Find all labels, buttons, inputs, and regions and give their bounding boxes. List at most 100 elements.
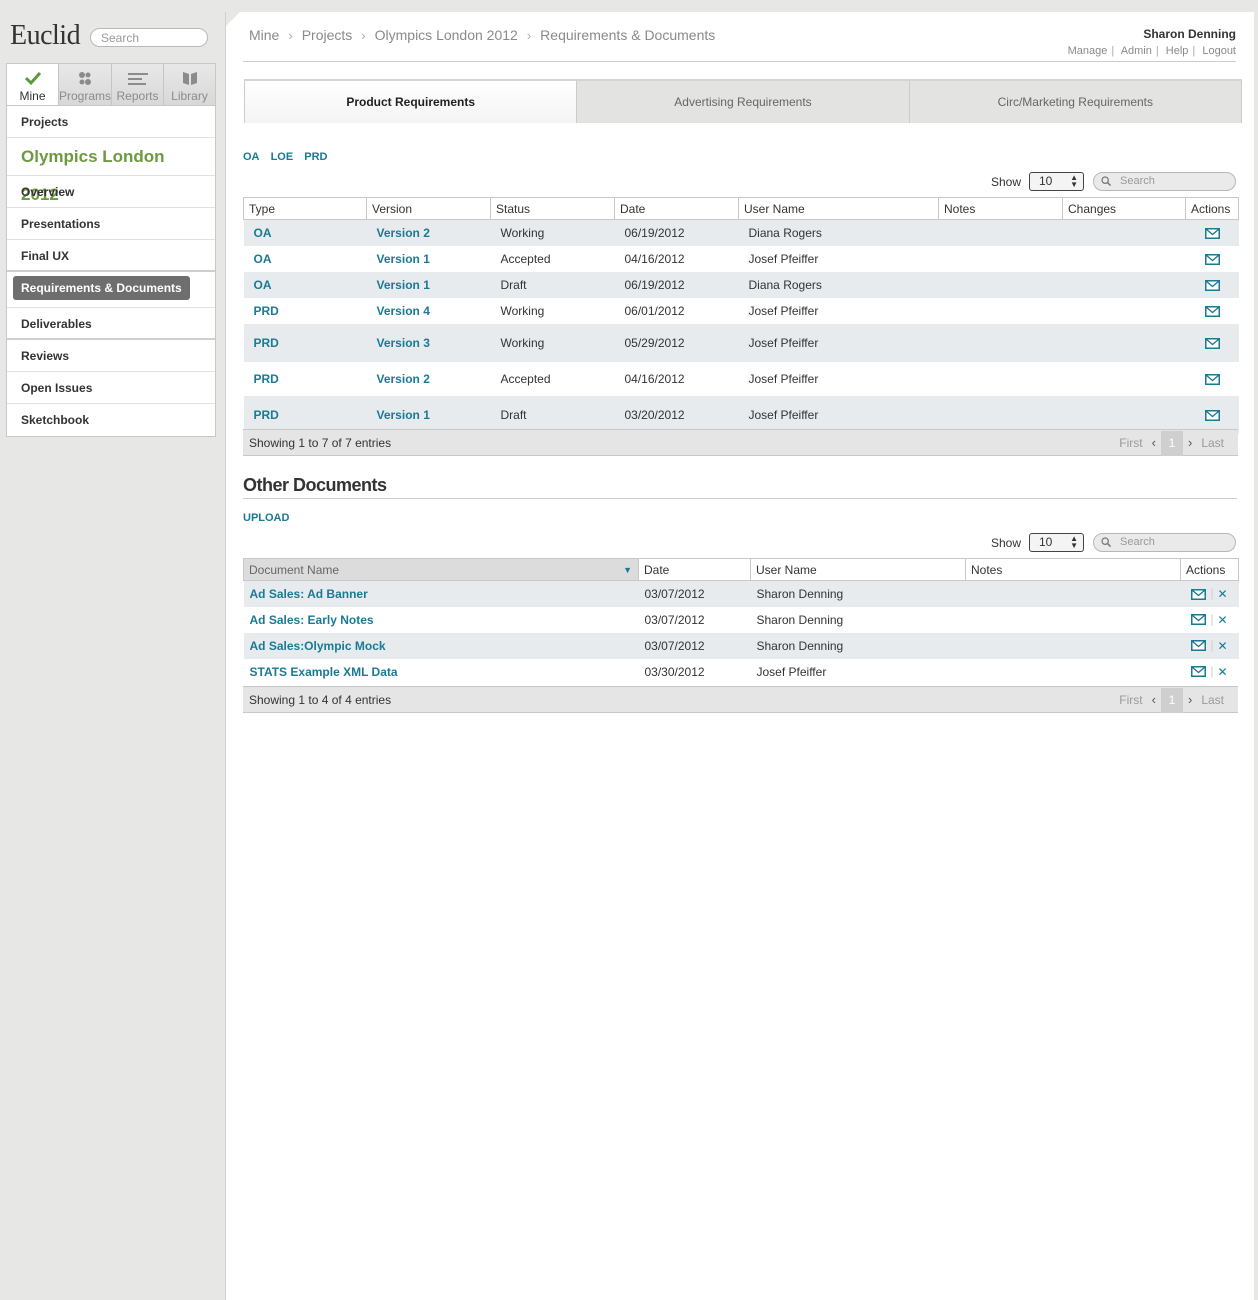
cell-version[interactable]: Version 2 xyxy=(366,361,491,396)
cell-document-name[interactable]: STATS Example XML Data xyxy=(243,658,639,685)
cell-version[interactable]: Version 1 xyxy=(366,395,491,434)
delete-icon[interactable]: ✕ xyxy=(1218,665,1228,679)
envelope-icon[interactable] xyxy=(1204,337,1220,349)
tab-circ-marketing-requirements[interactable]: Circ/Marketing Requirements xyxy=(910,81,1241,123)
sidebar-item-open-issues[interactable]: Open Issues xyxy=(7,372,215,404)
admin-link[interactable]: Admin xyxy=(1121,45,1152,57)
col-user-name[interactable]: User Name xyxy=(750,558,966,581)
col-version[interactable]: Version xyxy=(366,197,491,220)
cell-version[interactable]: Version 2 xyxy=(366,219,491,246)
sidebar-current-project[interactable]: Olympics London 2012 xyxy=(7,138,215,204)
envelope-icon[interactable] xyxy=(1191,588,1207,600)
table-row[interactable]: OA Version 1 Draft 06/19/2012 Diana Rogers xyxy=(243,271,1239,298)
table-row[interactable]: PRD Version 2 Accepted 04/16/2012 Josef Pfei… xyxy=(243,361,1239,396)
requirements-table-controls: Show 10 ▲ ▼ Search xyxy=(991,172,1236,191)
requirements-search-input[interactable]: Search xyxy=(1093,172,1236,191)
pager-current-page[interactable]: 1 xyxy=(1160,430,1183,456)
upload-link[interactable]: UPLOAD xyxy=(243,512,289,524)
envelope-icon[interactable] xyxy=(1191,614,1207,626)
envelope-icon[interactable] xyxy=(1204,305,1220,317)
col-document-name[interactable]: Document Name ▼ xyxy=(243,558,639,581)
pager-last[interactable]: Last xyxy=(1201,430,1224,456)
show-entries-select[interactable]: 10 ▲ ▼ xyxy=(1029,533,1084,552)
sidebar-item-projects[interactable]: Projects xyxy=(7,106,215,138)
filter-prd[interactable]: PRD xyxy=(304,151,327,163)
filter-loe[interactable]: LOE xyxy=(271,151,294,163)
sidebar-item-presentations[interactable]: Presentations xyxy=(7,208,215,240)
cell-version[interactable]: Version 3 xyxy=(366,323,491,362)
breadcrumb-mine[interactable]: Mine xyxy=(249,27,279,43)
nav-tab-library[interactable]: Library xyxy=(164,64,216,105)
tab-advertising-requirements[interactable]: Advertising Requirements xyxy=(577,81,910,123)
cell-type[interactable]: PRD xyxy=(243,395,367,434)
cell-type[interactable]: OA xyxy=(243,271,367,298)
col-user-name[interactable]: User Name xyxy=(738,197,939,220)
table-row[interactable]: Ad Sales: Ad Banner 03/07/2012 Sharon Denn… xyxy=(243,580,1239,607)
breadcrumb-project[interactable]: Olympics London 2012 xyxy=(375,27,518,43)
table-row[interactable]: STATS Example XML Data 03/30/2012 Josef Pf… xyxy=(243,658,1239,685)
pager-first[interactable]: First xyxy=(1119,430,1142,456)
nav-tab-programs[interactable]: Programs xyxy=(59,64,113,105)
chevron-left-icon[interactable]: ‹ xyxy=(1152,687,1156,713)
tab-product-requirements[interactable]: Product Requirements xyxy=(245,81,578,123)
chevron-right-icon[interactable]: › xyxy=(1188,430,1192,456)
col-changes[interactable]: Changes xyxy=(1062,197,1186,220)
envelope-icon[interactable] xyxy=(1191,640,1207,652)
manage-link[interactable]: Manage xyxy=(1068,45,1108,57)
sidebar-item-deliverables[interactable]: Deliverables xyxy=(7,308,215,340)
sidebar-item-reviews[interactable]: Reviews xyxy=(7,340,215,372)
sidebar-item-sketchbook[interactable]: Sketchbook xyxy=(7,404,215,436)
envelope-icon[interactable] xyxy=(1204,253,1220,265)
breadcrumb-projects[interactable]: Projects xyxy=(302,27,353,43)
cell-version[interactable]: Version 1 xyxy=(366,271,491,298)
cell-type[interactable]: PRD xyxy=(243,323,367,362)
pager-current-page[interactable]: 1 xyxy=(1160,687,1183,713)
table-row[interactable]: Ad Sales:Olympic Mock 03/07/2012 Sharon De… xyxy=(243,632,1239,659)
cell-type[interactable]: PRD xyxy=(243,297,367,324)
col-date[interactable]: Date xyxy=(614,197,739,220)
chevron-left-icon[interactable]: ‹ xyxy=(1152,430,1156,456)
cell-version[interactable]: Version 1 xyxy=(366,245,491,272)
pager-last[interactable]: Last xyxy=(1201,687,1224,713)
show-entries-select[interactable]: 10 ▲ ▼ xyxy=(1029,172,1084,191)
envelope-icon[interactable] xyxy=(1204,279,1220,291)
nav-tab-mine[interactable]: Mine xyxy=(7,64,59,105)
sidebar-item-overview[interactable]: Overview xyxy=(7,176,215,208)
global-search-input[interactable]: Search xyxy=(90,28,208,47)
sidebar-item-requirements[interactable]: Requirements & Documents xyxy=(7,272,215,308)
table-row[interactable]: OA Version 2 Working 06/19/2012 Diana Rogers xyxy=(243,219,1239,246)
help-link[interactable]: Help xyxy=(1166,45,1189,57)
envelope-icon[interactable] xyxy=(1204,228,1220,240)
cell-type[interactable]: OA xyxy=(243,219,367,246)
table-row[interactable]: Ad Sales: Early Notes 03/07/2012 Sharon De… xyxy=(243,606,1239,633)
envelope-icon[interactable] xyxy=(1204,409,1220,421)
col-status[interactable]: Status xyxy=(490,197,615,220)
cell-document-name[interactable]: Ad Sales:Olympic Mock xyxy=(243,632,639,659)
table-row[interactable]: PRD Version 3 Working 05/29/2012 Josef Pfeif… xyxy=(243,323,1239,362)
delete-icon[interactable]: ✕ xyxy=(1218,587,1228,601)
delete-icon[interactable]: ✕ xyxy=(1218,639,1228,653)
cell-version[interactable]: Version 4 xyxy=(366,297,491,324)
envelope-icon[interactable] xyxy=(1204,373,1220,385)
table-row[interactable]: PRD Version 4 Working 06/01/2012 Josef Pfeif… xyxy=(243,297,1239,324)
documents-search-input[interactable]: Search xyxy=(1093,533,1236,552)
filter-oa[interactable]: OA xyxy=(243,151,260,163)
euclid-logo[interactable]: Euclid xyxy=(10,20,81,52)
col-date[interactable]: Date xyxy=(638,558,751,581)
col-type[interactable]: Type xyxy=(243,197,367,220)
col-notes[interactable]: Notes xyxy=(965,558,1181,581)
pager-first[interactable]: First xyxy=(1119,687,1142,713)
chevron-right-icon[interactable]: › xyxy=(1188,687,1192,713)
envelope-icon[interactable] xyxy=(1191,666,1207,678)
sidebar-item-final-ux[interactable]: Final UX xyxy=(7,240,215,272)
cell-type[interactable]: PRD xyxy=(243,361,367,396)
table-row[interactable]: OA Version 1 Accepted 04/16/2012 Josef Pfeif… xyxy=(243,245,1239,272)
logout-link[interactable]: Logout xyxy=(1202,45,1236,57)
col-notes[interactable]: Notes xyxy=(938,197,1063,220)
delete-icon[interactable]: ✕ xyxy=(1218,613,1228,627)
cell-document-name[interactable]: Ad Sales: Ad Banner xyxy=(243,580,639,607)
cell-document-name[interactable]: Ad Sales: Early Notes xyxy=(243,606,639,633)
nav-tab-reports[interactable]: Reports xyxy=(112,64,165,105)
table-row[interactable]: PRD Version 1 Draft 03/20/2012 Josef Pfeiffe… xyxy=(243,395,1239,434)
cell-type[interactable]: OA xyxy=(243,245,367,272)
